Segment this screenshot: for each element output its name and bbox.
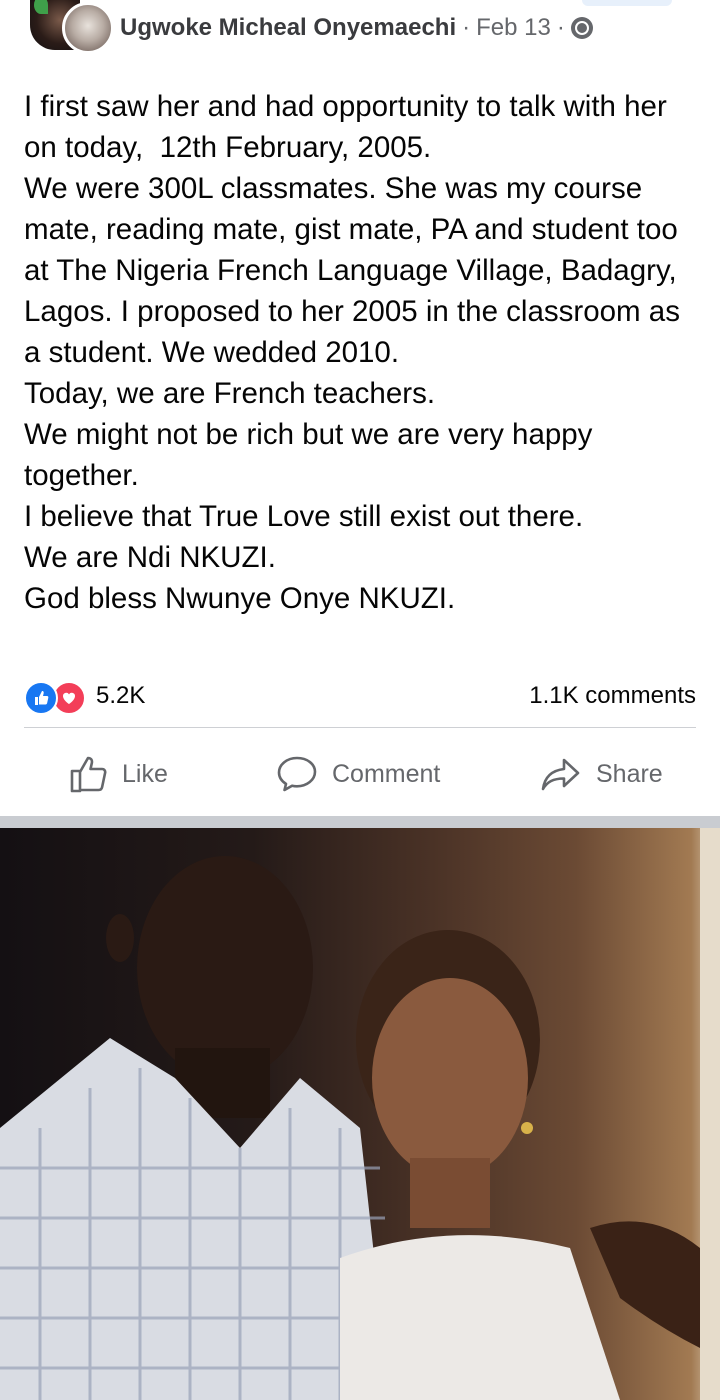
top-indicator [582,0,672,6]
action-bar: Like Comment Share [0,740,720,810]
post-line: I believe that True Love still exist out… [24,500,584,533]
comments-count[interactable]: 1.1K comments [529,682,696,710]
divider [24,727,696,728]
like-button[interactable]: Like [68,752,168,796]
post-line: Today, we are French teachers. [24,377,436,410]
leaf-icon [34,0,48,14]
feed-separator [0,816,720,828]
post-body: I first saw her and had opportunity to t… [24,86,700,619]
post-line: We are Ndi NKUZI. [24,541,276,574]
comment-button[interactable]: Comment [276,752,440,796]
share-icon [541,758,580,791]
meta-separator: · [462,14,471,41]
photo-illustration [0,828,720,1400]
reaction-summary[interactable]: 5.2K [24,679,146,715]
author-name[interactable]: Ugwoke Micheal Onyemaechi [120,14,456,42]
author-avatar[interactable] [62,2,114,54]
share-button[interactable]: Share [540,752,663,796]
reaction-count: 5.2K [96,682,146,709]
avatar-group[interactable] [30,0,114,54]
meta-separator-2: · [556,14,565,41]
woman-top [340,1235,620,1400]
post-line: I first saw her and had opportunity to t… [24,90,675,164]
reaction-bar: 5.2K 1.1K comments [24,676,696,716]
comment-label: Comment [332,759,441,788]
like-icon [24,681,58,715]
woman-neck [410,1158,490,1228]
earring [521,1122,533,1134]
globe-icon [570,17,593,39]
background-light [700,828,720,1400]
post-line: We might not be rich but we are very hap… [24,418,601,492]
thumbs-up-icon [70,756,107,793]
author-line: Ugwoke Micheal Onyemaechi · Feb 13 · [120,13,593,43]
share-label: Share [596,759,663,788]
post-header: Ugwoke Micheal Onyemaechi · Feb 13 · [0,0,720,60]
like-label: Like [122,759,168,788]
post-photo[interactable] [0,828,720,1400]
post-line: God bless Nwunye Onye NKUZI. [24,582,456,615]
man-head [137,856,313,1080]
woman-face [372,978,528,1178]
reaction-icons [24,679,88,715]
post-line: We were 300L classmates. She was my cour… [24,172,689,369]
comment-icon [277,756,317,792]
man-arm [590,1221,700,1348]
man-ear [106,914,134,962]
post-date[interactable]: Feb 13 [476,14,551,42]
